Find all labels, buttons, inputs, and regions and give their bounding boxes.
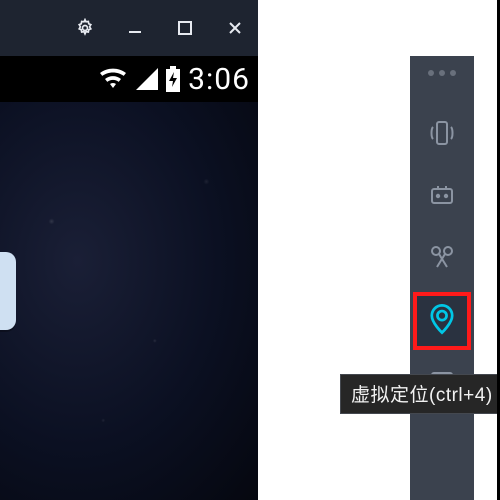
scissors-icon xyxy=(427,242,457,277)
location-pin-icon xyxy=(425,302,459,341)
close-button[interactable] xyxy=(224,17,246,39)
wifi-icon xyxy=(98,67,128,91)
tool-screenshot[interactable] xyxy=(415,232,469,286)
minimize-button[interactable] xyxy=(124,17,146,39)
cell-signal-icon xyxy=(134,68,158,90)
side-tool-panel xyxy=(410,56,474,500)
tooltip-virtual-gps: 虚拟定位(ctrl+4) xyxy=(340,374,500,414)
tooltip-text: 虚拟定位(ctrl+4) xyxy=(351,385,493,406)
minimize-icon xyxy=(127,20,143,36)
maximize-icon xyxy=(178,21,192,35)
phone-status-bar: 3:06 xyxy=(0,56,258,102)
close-icon xyxy=(227,20,243,36)
window-titlebar xyxy=(0,0,258,56)
tool-virtual-gps[interactable] xyxy=(415,294,469,348)
keyboard-icon xyxy=(427,180,457,215)
settings-button[interactable] xyxy=(74,17,96,39)
card-edge xyxy=(0,252,16,330)
tool-shake-device[interactable] xyxy=(415,108,469,162)
tool-keyboard[interactable] xyxy=(415,170,469,224)
more-dots-icon[interactable] xyxy=(428,70,456,76)
maximize-button[interactable] xyxy=(174,17,196,39)
emulator-window: 3:06 xyxy=(0,0,258,500)
shake-device-icon xyxy=(427,118,457,153)
phone-screen[interactable] xyxy=(0,102,258,500)
battery-charging-icon xyxy=(164,66,182,92)
clock-text: 3:06 xyxy=(188,62,250,97)
settings-icon xyxy=(75,18,95,38)
